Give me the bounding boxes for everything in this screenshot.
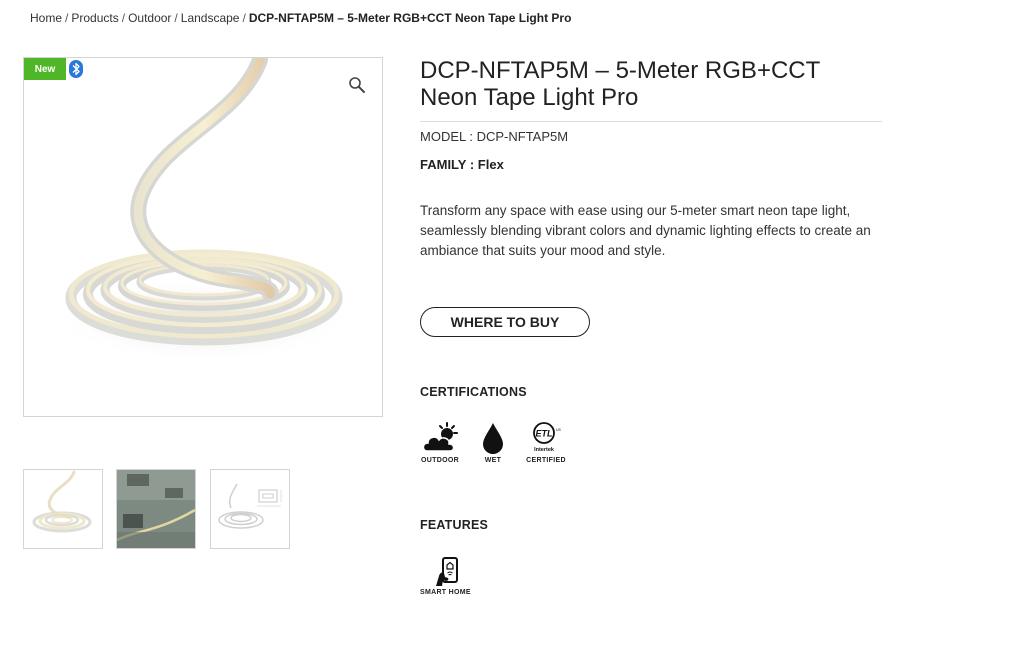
- breadcrumb-current: DCP-NFTAP5M – 5-Meter RGB+CCT Neon Tape …: [248, 11, 572, 25]
- breadcrumb-outdoor[interactable]: Outdoor: [128, 11, 171, 25]
- product-family: FAMILY : Flex: [420, 157, 504, 172]
- magnifier-icon[interactable]: [348, 76, 366, 94]
- breadcrumb-home[interactable]: Home: [30, 11, 62, 25]
- breadcrumb-separator: /: [121, 11, 126, 25]
- cert-wet-label: WET: [484, 457, 502, 464]
- breadcrumb-landscape[interactable]: Landscape: [181, 11, 240, 25]
- thumbnail-coil[interactable]: [23, 469, 103, 549]
- water-drop-icon: [483, 423, 503, 454]
- main-product-image[interactable]: New: [23, 57, 383, 417]
- features-heading: FEATURES: [420, 518, 489, 532]
- breadcrumb-separator: /: [174, 11, 178, 25]
- breadcrumb-separator: /: [242, 11, 246, 25]
- svg-text:US: US: [556, 428, 562, 432]
- thumbnail-dimensions[interactable]: [210, 469, 290, 549]
- feature-smart-home: SMART HOME: [420, 557, 480, 596]
- intertek-logo-text: Intertek: [534, 447, 555, 453]
- smart-phone-hand-icon: [436, 557, 458, 586]
- feature-smart-home-label: SMART HOME: [420, 589, 471, 596]
- neon-tape-coil-image: [54, 58, 354, 362]
- breadcrumb-products[interactable]: Products: [71, 11, 118, 25]
- product-model: MODEL : DCP-NFTAP5M: [420, 129, 569, 144]
- breadcrumb: Home / Products / Outdoor / Landscape / DCP-NFTA…: [30, 11, 571, 25]
- dimension-drawing-thumbnail-image: [218, 483, 282, 529]
- product-info: DCP-NFTAP5M – 5-Meter RGB+CCT Neon Tape …: [420, 57, 882, 596]
- etl-logo-text: ETL: [536, 429, 553, 439]
- thumbnail-outdoor-install[interactable]: [116, 469, 196, 549]
- breadcrumb-separator: /: [65, 11, 69, 25]
- coil-thumbnail-image: [32, 470, 92, 533]
- etl-intertek-icon: ETL US Intertek: [533, 422, 562, 453]
- cloud-sun-icon: [422, 422, 458, 452]
- outdoor-install-thumbnail-image: [117, 470, 195, 548]
- cert-certified-label: CERTIFIED: [526, 457, 566, 464]
- product-description: Transform any space with ease using our …: [420, 203, 871, 258]
- product-title: DCP-NFTAP5M – 5-Meter RGB+CCT Neon Tape …: [420, 57, 882, 122]
- cert-outdoor-label: OUTDOOR: [421, 457, 459, 464]
- cert-wet: WET: [463, 421, 523, 464]
- cert-certified: ETL US Intertek CERTIFIED: [516, 421, 576, 464]
- bluetooth-icon: [69, 60, 83, 78]
- cert-outdoor: OUTDOOR: [410, 421, 470, 464]
- where-to-buy-button[interactable]: WHERE TO BUY: [420, 307, 590, 337]
- new-badge: New: [24, 58, 66, 80]
- certifications-heading: CERTIFICATIONS: [420, 385, 527, 399]
